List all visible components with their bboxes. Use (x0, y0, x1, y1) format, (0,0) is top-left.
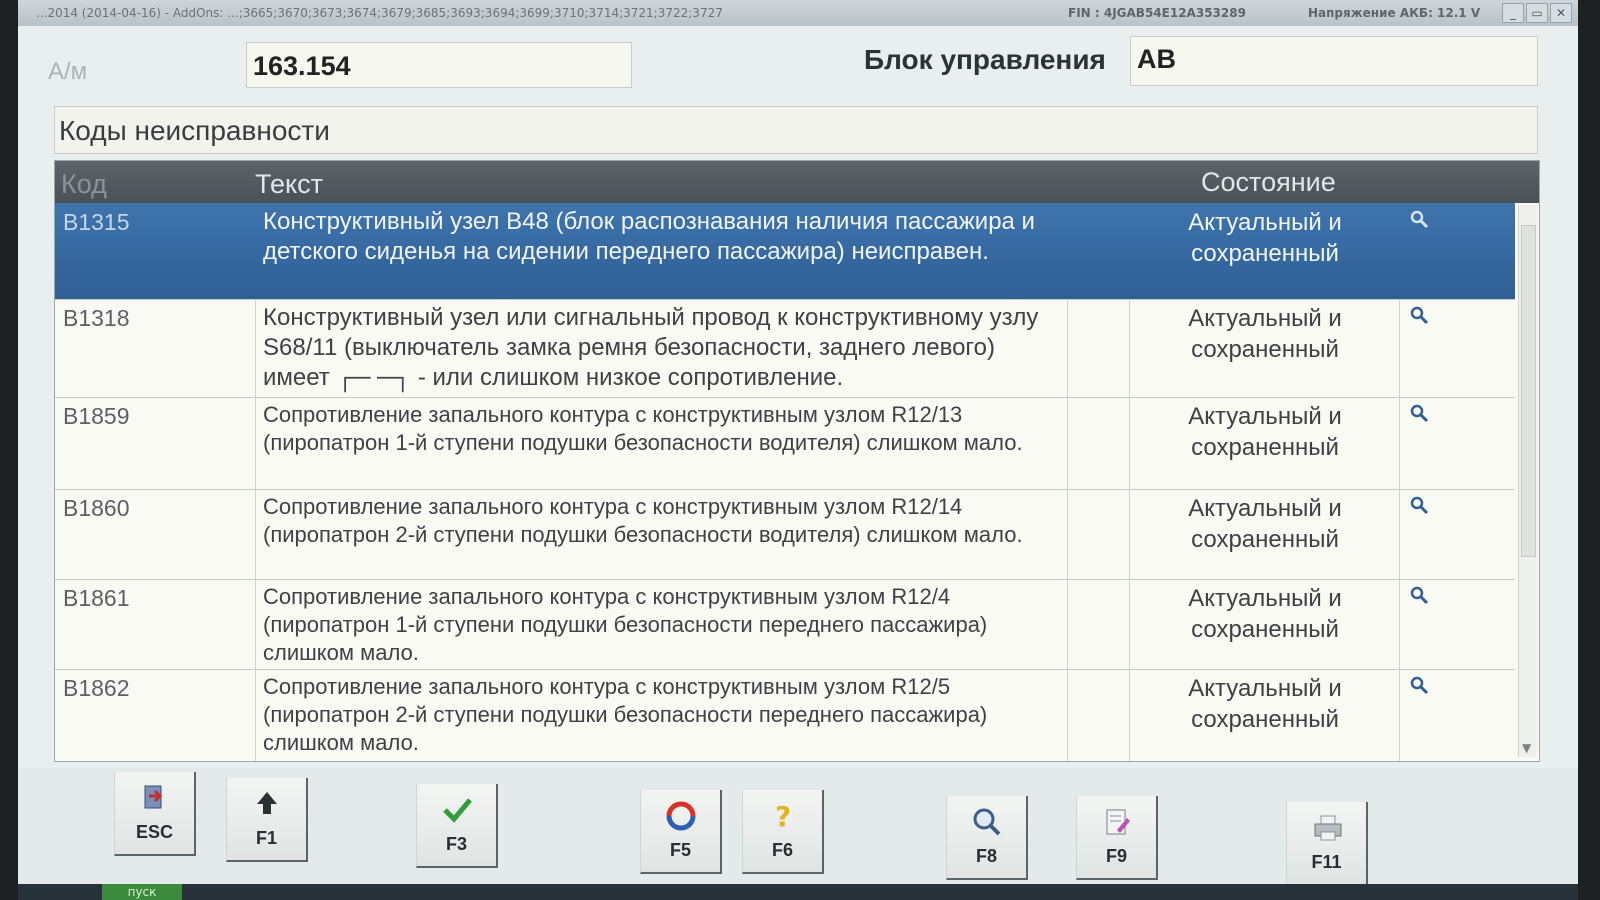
table-row[interactable]: B1862 Сопротивление запального контура с… (55, 669, 1515, 761)
fault-state: Актуальный и сохраненный (1188, 585, 1342, 643)
f11-label: F11 (1311, 852, 1342, 872)
fault-description: Конструктивный узел B48 (блок распознава… (263, 208, 1035, 265)
minimize-button[interactable]: _ (1502, 3, 1524, 23)
table-scrollbar[interactable]: ▼ (1518, 205, 1537, 757)
f3-label: F3 (445, 834, 467, 854)
title-bar: ...2014 (2014-04-16) - AddOns: ...;3665;… (18, 0, 1578, 26)
esc-label: ESC (135, 822, 173, 842)
fault-code: B1318 (63, 305, 130, 331)
magnifier-icon[interactable] (1409, 403, 1429, 423)
fault-code: B1862 (63, 675, 130, 701)
fault-state: Актуальный и сохраненный (1188, 305, 1342, 363)
f8-label: F8 (975, 846, 997, 866)
vehicle-label: А/м (48, 58, 88, 85)
magnifier-icon[interactable] (1409, 209, 1429, 229)
svg-text:?: ? (775, 800, 791, 833)
f5-button[interactable]: F5 (640, 790, 722, 874)
column-header-text[interactable]: Текст (255, 169, 323, 200)
refresh-icon (666, 801, 695, 831)
edit-document-icon (1106, 809, 1130, 835)
scroll-down-arrow-icon[interactable]: ▼ (1522, 741, 1531, 755)
magnifier-icon[interactable] (1409, 305, 1429, 325)
f3-button[interactable]: F3 (416, 784, 498, 868)
checkmark-icon (442, 798, 472, 823)
fault-description: Конструктивный узел или сигнальный прово… (263, 304, 1039, 391)
control-unit-label: Блок управления (864, 44, 1106, 75)
f5-label: F5 (669, 840, 691, 860)
printer-icon (1314, 815, 1341, 841)
maximize-button[interactable]: ▭ (1526, 3, 1548, 23)
fault-description: Сопротивление запального контура с конст… (263, 674, 988, 755)
f8-button[interactable]: F8 (946, 796, 1028, 880)
table-row[interactable]: B1315 Конструктивный узел B48 (блок расп… (55, 203, 1515, 300)
section-title: Коды неисправности (54, 106, 1538, 154)
f9-button[interactable]: F9 (1076, 796, 1158, 880)
table-row[interactable]: B1860 Сопротивление запального контура с… (55, 489, 1515, 580)
fault-state: Актуальный и сохраненный (1188, 675, 1342, 733)
up-arrow-icon (256, 792, 277, 814)
table-header: Код Текст Состояние (55, 161, 1539, 203)
fault-state: Актуальный и сохраненный (1188, 209, 1342, 267)
fault-state: Актуальный и сохраненный (1188, 403, 1342, 461)
fault-code: B1860 (63, 495, 130, 521)
column-header-code[interactable]: Код (61, 169, 107, 200)
column-header-state[interactable]: Состояние (1201, 167, 1336, 198)
fault-code: B1315 (63, 209, 130, 235)
taskbar: пуск (18, 884, 1578, 900)
f6-button[interactable]: ? F6 (742, 790, 824, 874)
function-key-bar: ESC F1 F3 F5 ? F6 F8 F9 F11 (18, 768, 1578, 900)
fault-description: Сопротивление запального контура с конст… (263, 584, 988, 665)
magnifier-icon[interactable] (1409, 675, 1429, 695)
battery-voltage: Напряжение АКБ: 12.1 V (1308, 6, 1481, 20)
magnifier-icon[interactable] (1409, 585, 1429, 605)
vehicle-model-field: 163.154 (246, 42, 632, 88)
title-addons-text: ...2014 (2014-04-16) - AddOns: ...;3665;… (36, 6, 723, 20)
fin-number: FIN : 4JGAB54E12A353289 (1068, 6, 1246, 20)
f9-label: F9 (1105, 846, 1127, 866)
esc-button[interactable]: ESC (114, 772, 196, 856)
magnifier-icon (973, 808, 1000, 836)
table-row[interactable]: B1859 Сопротивление запального контура с… (55, 397, 1515, 490)
fault-code: B1859 (63, 403, 130, 429)
scrollbar-thumb[interactable] (1521, 225, 1536, 557)
fault-code-table: Код Текст Состояние B1315 Конструктивный… (54, 160, 1540, 762)
f6-label: F6 (771, 840, 793, 860)
help-icon: ? (775, 800, 791, 833)
table-row[interactable]: B1861 Сопротивление запального контура с… (55, 579, 1515, 670)
start-button[interactable]: пуск (102, 884, 182, 900)
fault-state: Актуальный и сохраненный (1188, 495, 1342, 553)
f1-button[interactable]: F1 (226, 778, 308, 862)
magnifier-icon[interactable] (1409, 495, 1429, 515)
diagnostic-window: ...2014 (2014-04-16) - AddOns: ...;3665;… (18, 0, 1578, 900)
f1-label: F1 (255, 828, 277, 848)
exit-door-icon (144, 785, 162, 809)
table-row[interactable]: B1318 Конструктивный узел или сигнальный… (55, 299, 1515, 398)
f11-button[interactable]: F11 (1286, 802, 1368, 886)
close-button[interactable]: ✕ (1550, 3, 1572, 23)
fault-description: Сопротивление запального контура с конст… (263, 494, 1023, 547)
fault-code: B1861 (63, 585, 130, 611)
fault-description: Сопротивление запального контура с конст… (263, 402, 1023, 455)
control-unit-field: AB (1130, 36, 1538, 86)
